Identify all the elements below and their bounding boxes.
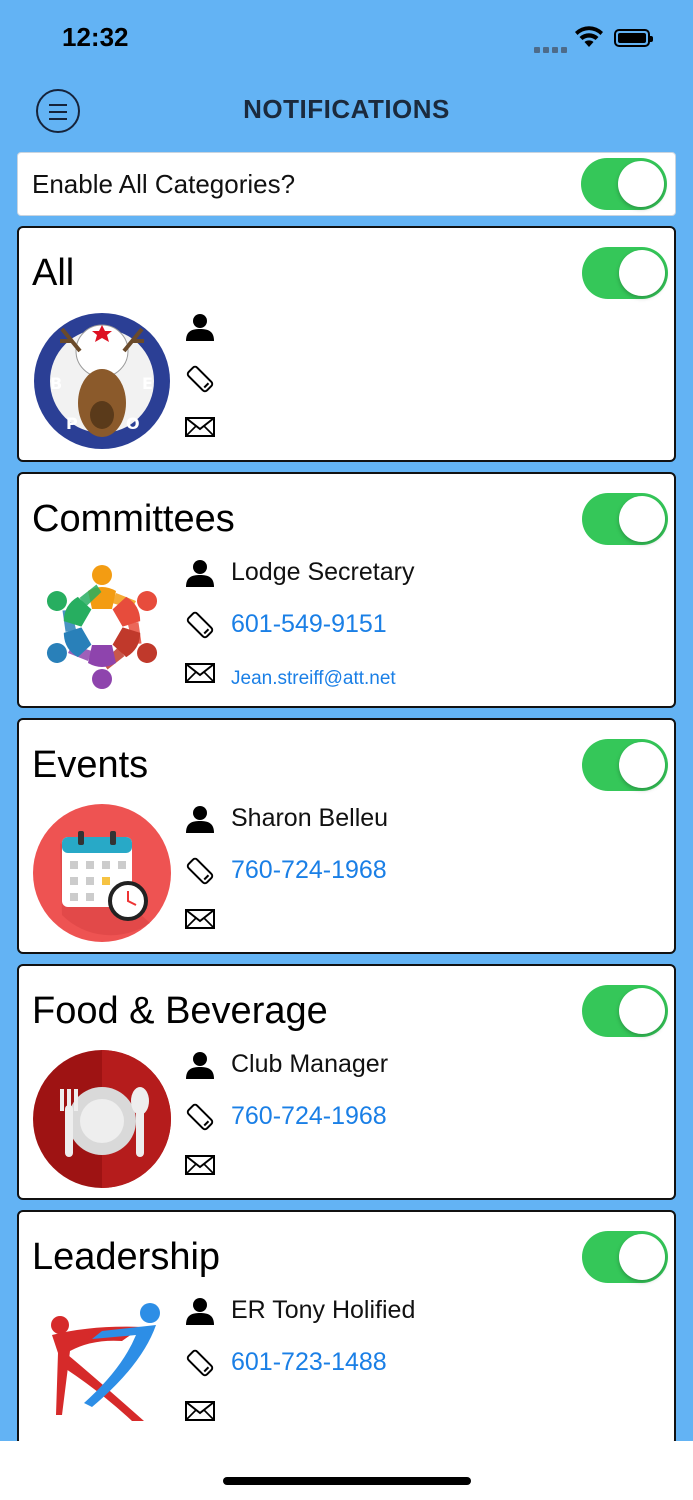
- category-toggle[interactable]: [582, 985, 668, 1037]
- category-title: Events: [32, 744, 149, 786]
- category-logo: [32, 1295, 172, 1435]
- phone-icon: [185, 1102, 215, 1132]
- contact-name: Lodge Secretary: [231, 558, 415, 586]
- person-icon: [185, 558, 215, 588]
- category-toggle[interactable]: [582, 739, 668, 791]
- phone-icon: [185, 856, 215, 886]
- phone-link[interactable]: 601-723-1488: [231, 1348, 387, 1377]
- person-icon: [185, 804, 215, 834]
- phone-link[interactable]: 601-549-9151: [231, 610, 387, 639]
- contact-name: ER Tony Holified: [231, 1296, 416, 1324]
- enable-all-toggle[interactable]: [581, 158, 667, 210]
- cellular-signal-icon: [534, 40, 570, 58]
- category-logo: B P O E: [32, 311, 172, 451]
- battery-icon: [614, 29, 653, 47]
- enable-all-label: Enable All Categories?: [32, 169, 296, 199]
- category-card-leadership: Leadership ER Tony Holified 601-723-1488: [17, 1210, 676, 1441]
- page-title: NOTIFICATIONS: [243, 94, 450, 124]
- category-card-events: Events Sharon Belleu 760-724-1968: [17, 718, 676, 954]
- svg-text:E: E: [142, 374, 153, 393]
- phone-link[interactable]: 760-724-1968: [231, 856, 387, 885]
- phone-icon: [185, 610, 215, 640]
- category-card-committees: Committees Lodge Secretary 601-549-9151 Jea…: [17, 472, 676, 708]
- person-icon: [185, 1050, 215, 1080]
- enable-all-row: Enable All Categories?: [17, 152, 676, 216]
- category-card-food-beverage: Food & Beverage Club Manager 760-724-1968: [17, 964, 676, 1200]
- category-title: Committees: [32, 498, 235, 540]
- person-icon: [185, 1296, 215, 1326]
- screen-background: 12:32 NOTIFICATIONS Enable All Categorie…: [0, 0, 693, 1441]
- category-toggle[interactable]: [582, 247, 668, 299]
- category-logo: [32, 803, 172, 943]
- category-title: Leadership: [32, 1236, 221, 1278]
- svg-text:P: P: [66, 414, 78, 433]
- status-bar: 12:32: [0, 0, 693, 80]
- mail-icon: [185, 908, 215, 930]
- phone-icon: [185, 364, 215, 394]
- phone-link[interactable]: 760-724-1968: [231, 1102, 387, 1131]
- category-card-all: All B P O E: [17, 226, 676, 462]
- contact-name: Club Manager: [231, 1050, 389, 1078]
- home-indicator[interactable]: [223, 1477, 471, 1485]
- category-title: Food & Beverage: [32, 990, 328, 1032]
- phone-icon: [185, 1348, 215, 1378]
- svg-text:O: O: [126, 414, 140, 433]
- person-icon: [185, 312, 215, 342]
- category-logo: [32, 1049, 172, 1189]
- contact-name: Sharon Belleu: [231, 804, 389, 832]
- category-title: All: [32, 252, 75, 294]
- mail-icon: [185, 416, 215, 438]
- mail-icon: [185, 1400, 215, 1422]
- category-logo: [32, 557, 172, 697]
- category-toggle[interactable]: [582, 493, 668, 545]
- status-time: 12:32: [62, 22, 129, 52]
- email-link[interactable]: Jean.streiff@att.net: [231, 668, 396, 690]
- category-toggle[interactable]: [582, 1231, 668, 1283]
- wifi-icon: [574, 25, 604, 54]
- mail-icon: [185, 1154, 215, 1176]
- svg-text:B: B: [50, 374, 62, 393]
- mail-icon: [185, 662, 215, 684]
